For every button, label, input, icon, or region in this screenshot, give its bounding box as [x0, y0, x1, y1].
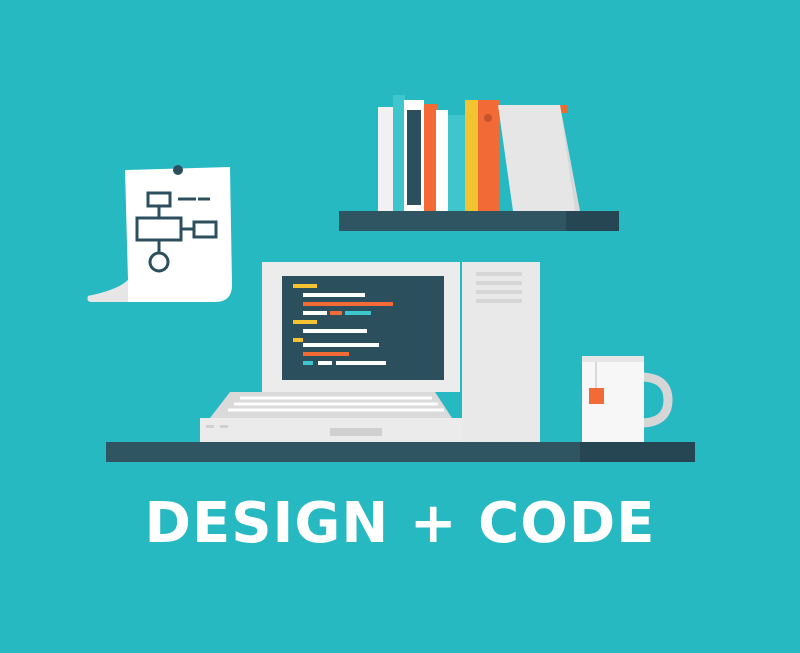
- illustration: DESIGN + CODE: [0, 0, 800, 653]
- books-icon: [378, 95, 580, 211]
- desk-shelf: [106, 442, 695, 462]
- laptop-icon: [200, 262, 462, 442]
- flowchart-paper: [87, 165, 232, 302]
- headline: DESIGN + CODE: [144, 491, 656, 556]
- tea-bag-icon: [589, 388, 604, 404]
- mug-icon: [582, 356, 673, 442]
- pin-icon: [173, 165, 183, 175]
- computer-tower-icon: [462, 262, 540, 442]
- upper-shelf: [339, 211, 619, 231]
